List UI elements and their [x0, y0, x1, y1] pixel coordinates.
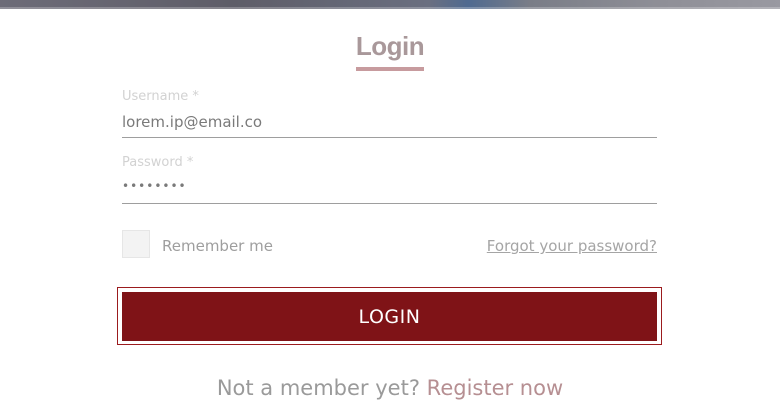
forgot-password-link[interactable]: Forgot your password? [487, 237, 657, 255]
signup-prompt-text: Not a member yet? [216, 376, 420, 400]
signup-prompt-line: Not a member yet? Register now [0, 376, 780, 400]
page-title: Login [355, 30, 425, 71]
remember-me-label[interactable]: Remember me [162, 237, 273, 255]
username-input[interactable] [122, 111, 657, 133]
header-image-strip [0, 0, 780, 9]
title-wrap: Login [0, 30, 780, 71]
password-label: Password * [122, 155, 194, 170]
password-input[interactable] [122, 175, 657, 197]
username-field: Username * [122, 89, 657, 138]
login-button[interactable]: LOGIN [122, 292, 657, 341]
login-page: Login Username * Password * Remember me … [0, 0, 780, 419]
register-now-link[interactable]: Register now [427, 376, 563, 400]
username-label: Username * [122, 89, 199, 104]
remember-me-checkbox[interactable] [122, 230, 150, 258]
password-field: Password * [122, 155, 657, 204]
